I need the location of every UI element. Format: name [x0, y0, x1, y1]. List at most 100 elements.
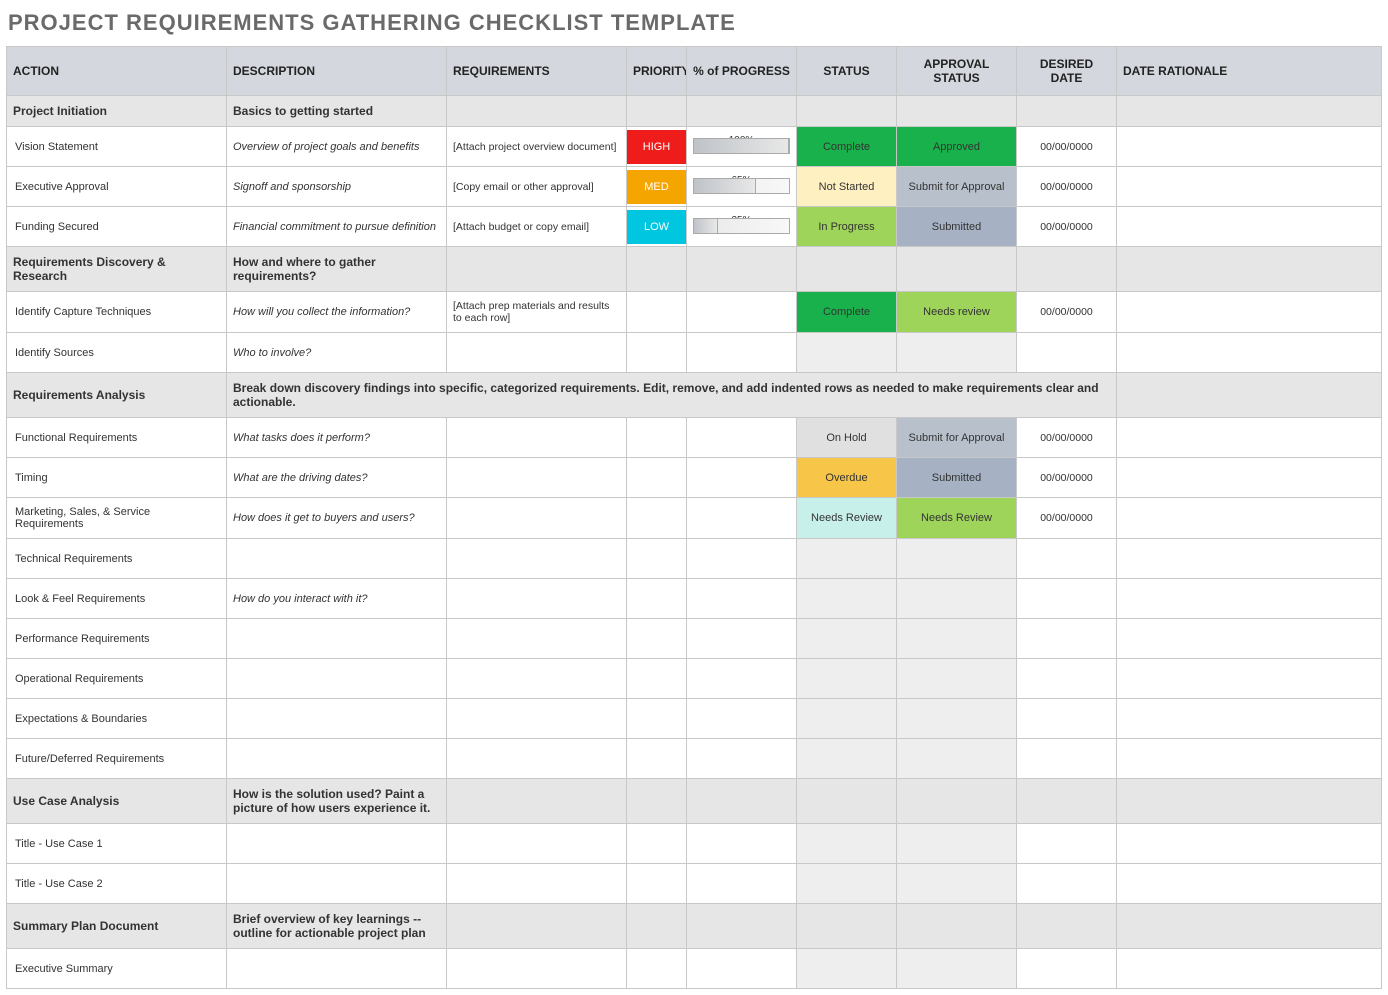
cell-priority[interactable]: MED — [627, 167, 687, 207]
cell-requirements[interactable] — [447, 539, 627, 579]
cell-progress[interactable]: 65% — [687, 167, 797, 207]
cell-approval[interactable]: Needs review — [897, 292, 1017, 333]
cell-description[interactable]: How will you collect the information? — [227, 292, 447, 333]
cell-approval[interactable] — [897, 333, 1017, 373]
cell-rationale[interactable] — [1117, 333, 1382, 373]
cell-rationale[interactable] — [1117, 579, 1382, 619]
cell-progress[interactable] — [687, 539, 797, 579]
cell-date[interactable]: 00/00/0000 — [1017, 292, 1117, 333]
cell-status[interactable]: Complete — [797, 292, 897, 333]
cell-approval[interactable] — [897, 659, 1017, 699]
cell-action[interactable]: Executive Summary — [7, 949, 227, 989]
cell-approval[interactable]: Submit for Approval — [897, 418, 1017, 458]
cell-date[interactable]: 00/00/0000 — [1017, 167, 1117, 207]
cell-progress[interactable] — [687, 292, 797, 333]
cell-date[interactable]: 00/00/0000 — [1017, 127, 1117, 167]
cell-rationale[interactable] — [1117, 699, 1382, 739]
cell-approval[interactable] — [897, 539, 1017, 579]
cell-approval[interactable] — [897, 699, 1017, 739]
cell-priority[interactable] — [627, 333, 687, 373]
cell-description[interactable] — [227, 699, 447, 739]
cell-description[interactable] — [227, 539, 447, 579]
cell-date[interactable] — [1017, 333, 1117, 373]
cell-requirements[interactable] — [447, 579, 627, 619]
cell-description[interactable]: Overview of project goals and benefits — [227, 127, 447, 167]
cell-description[interactable]: Financial commitment to pursue definitio… — [227, 207, 447, 247]
cell-date[interactable] — [1017, 949, 1117, 989]
cell-progress[interactable] — [687, 949, 797, 989]
cell-approval[interactable] — [897, 579, 1017, 619]
cell-rationale[interactable] — [1117, 418, 1382, 458]
cell-rationale[interactable] — [1117, 949, 1382, 989]
cell-progress[interactable] — [687, 458, 797, 498]
cell-priority[interactable] — [627, 864, 687, 904]
cell-rationale[interactable] — [1117, 824, 1382, 864]
cell-rationale[interactable] — [1117, 458, 1382, 498]
cell-progress[interactable] — [687, 418, 797, 458]
cell-approval[interactable]: Submit for Approval — [897, 167, 1017, 207]
cell-status[interactable] — [797, 739, 897, 779]
cell-rationale[interactable] — [1117, 864, 1382, 904]
cell-approval[interactable]: Needs Review — [897, 498, 1017, 539]
cell-status[interactable] — [797, 864, 897, 904]
cell-action[interactable]: Technical Requirements — [7, 539, 227, 579]
cell-date[interactable]: 00/00/0000 — [1017, 418, 1117, 458]
cell-approval[interactable] — [897, 824, 1017, 864]
cell-status[interactable] — [797, 659, 897, 699]
cell-description[interactable]: What tasks does it perform? — [227, 418, 447, 458]
cell-description[interactable]: Who to involve? — [227, 333, 447, 373]
cell-status[interactable]: Complete — [797, 127, 897, 167]
cell-action[interactable]: Operational Requirements — [7, 659, 227, 699]
cell-progress[interactable] — [687, 579, 797, 619]
cell-requirements[interactable]: [Copy email or other approval] — [447, 167, 627, 207]
cell-progress[interactable] — [687, 699, 797, 739]
cell-requirements[interactable]: [Attach prep materials and results to ea… — [447, 292, 627, 333]
cell-requirements[interactable] — [447, 739, 627, 779]
cell-action[interactable]: Timing — [7, 458, 227, 498]
cell-date[interactable] — [1017, 659, 1117, 699]
cell-approval[interactable] — [897, 949, 1017, 989]
cell-action[interactable]: Future/Deferred Requirements — [7, 739, 227, 779]
cell-progress[interactable] — [687, 659, 797, 699]
cell-progress[interactable] — [687, 333, 797, 373]
cell-date[interactable]: 00/00/0000 — [1017, 458, 1117, 498]
cell-action[interactable]: Title - Use Case 1 — [7, 824, 227, 864]
cell-requirements[interactable] — [447, 864, 627, 904]
cell-action[interactable]: Marketing, Sales, & Service Requirements — [7, 498, 227, 539]
cell-priority[interactable] — [627, 498, 687, 539]
cell-status[interactable] — [797, 539, 897, 579]
cell-date[interactable] — [1017, 699, 1117, 739]
cell-action[interactable]: Vision Statement — [7, 127, 227, 167]
cell-status[interactable] — [797, 949, 897, 989]
cell-action[interactable]: Executive Approval — [7, 167, 227, 207]
cell-status[interactable]: On Hold — [797, 418, 897, 458]
cell-rationale[interactable] — [1117, 167, 1382, 207]
cell-approval[interactable] — [897, 864, 1017, 904]
cell-progress[interactable] — [687, 739, 797, 779]
cell-date[interactable]: 00/00/0000 — [1017, 207, 1117, 247]
cell-priority[interactable] — [627, 458, 687, 498]
cell-requirements[interactable] — [447, 659, 627, 699]
cell-rationale[interactable] — [1117, 619, 1382, 659]
cell-priority[interactable] — [627, 699, 687, 739]
cell-rationale[interactable] — [1117, 539, 1382, 579]
cell-date[interactable]: 00/00/0000 — [1017, 498, 1117, 539]
cell-action[interactable]: Title - Use Case 2 — [7, 864, 227, 904]
cell-priority[interactable] — [627, 949, 687, 989]
cell-action[interactable]: Expectations & Boundaries — [7, 699, 227, 739]
cell-date[interactable] — [1017, 619, 1117, 659]
cell-date[interactable] — [1017, 739, 1117, 779]
cell-description[interactable] — [227, 659, 447, 699]
cell-progress[interactable] — [687, 498, 797, 539]
cell-status[interactable] — [797, 579, 897, 619]
cell-approval[interactable]: Submitted — [897, 207, 1017, 247]
cell-rationale[interactable] — [1117, 207, 1382, 247]
cell-description[interactable] — [227, 824, 447, 864]
cell-requirements[interactable]: [Attach budget or copy email] — [447, 207, 627, 247]
cell-priority[interactable] — [627, 824, 687, 864]
cell-status[interactable]: Overdue — [797, 458, 897, 498]
cell-priority[interactable] — [627, 739, 687, 779]
cell-progress[interactable] — [687, 824, 797, 864]
cell-action[interactable]: Funding Secured — [7, 207, 227, 247]
cell-progress[interactable] — [687, 864, 797, 904]
